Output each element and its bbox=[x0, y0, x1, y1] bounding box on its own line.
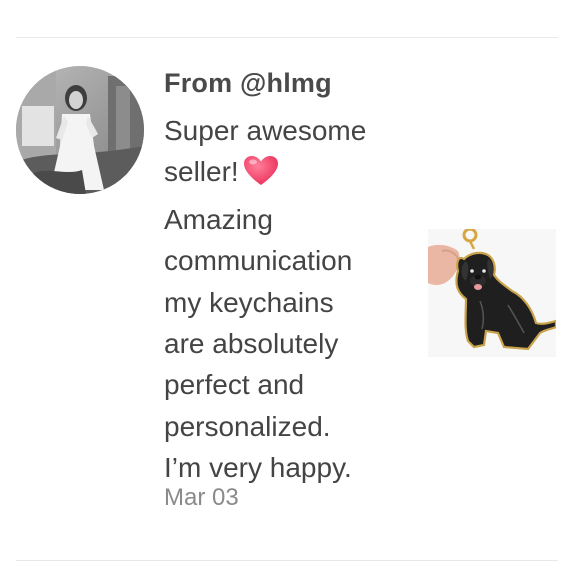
review-text: Super awesome seller! Amazing communicat… bbox=[164, 110, 416, 489]
heart-icon bbox=[243, 155, 279, 198]
reviewer-name[interactable]: From @hlmg bbox=[164, 68, 332, 99]
review-text-line: seller! bbox=[164, 151, 416, 198]
review-card: From @hlmg Super awesome seller! Amazing… bbox=[0, 38, 580, 560]
review-text-line: communication bbox=[164, 245, 353, 277]
product-photo[interactable] bbox=[428, 229, 556, 357]
review-text-line: personalized. bbox=[164, 410, 331, 442]
review-text-line: are absolutely bbox=[164, 328, 339, 360]
review-date: Mar 03 bbox=[164, 484, 239, 511]
review-text-line: my keychains bbox=[164, 286, 334, 318]
review-text-line: I’m very happy. bbox=[164, 452, 352, 484]
bottom-divider bbox=[16, 560, 558, 561]
review-text-line: Amazing bbox=[164, 203, 273, 235]
review-text-line: perfect and bbox=[164, 369, 305, 401]
reviewer-avatar[interactable] bbox=[16, 66, 144, 194]
black-labrador-keychain-icon bbox=[428, 229, 556, 357]
review-text-line: Super awesome bbox=[164, 115, 367, 146]
